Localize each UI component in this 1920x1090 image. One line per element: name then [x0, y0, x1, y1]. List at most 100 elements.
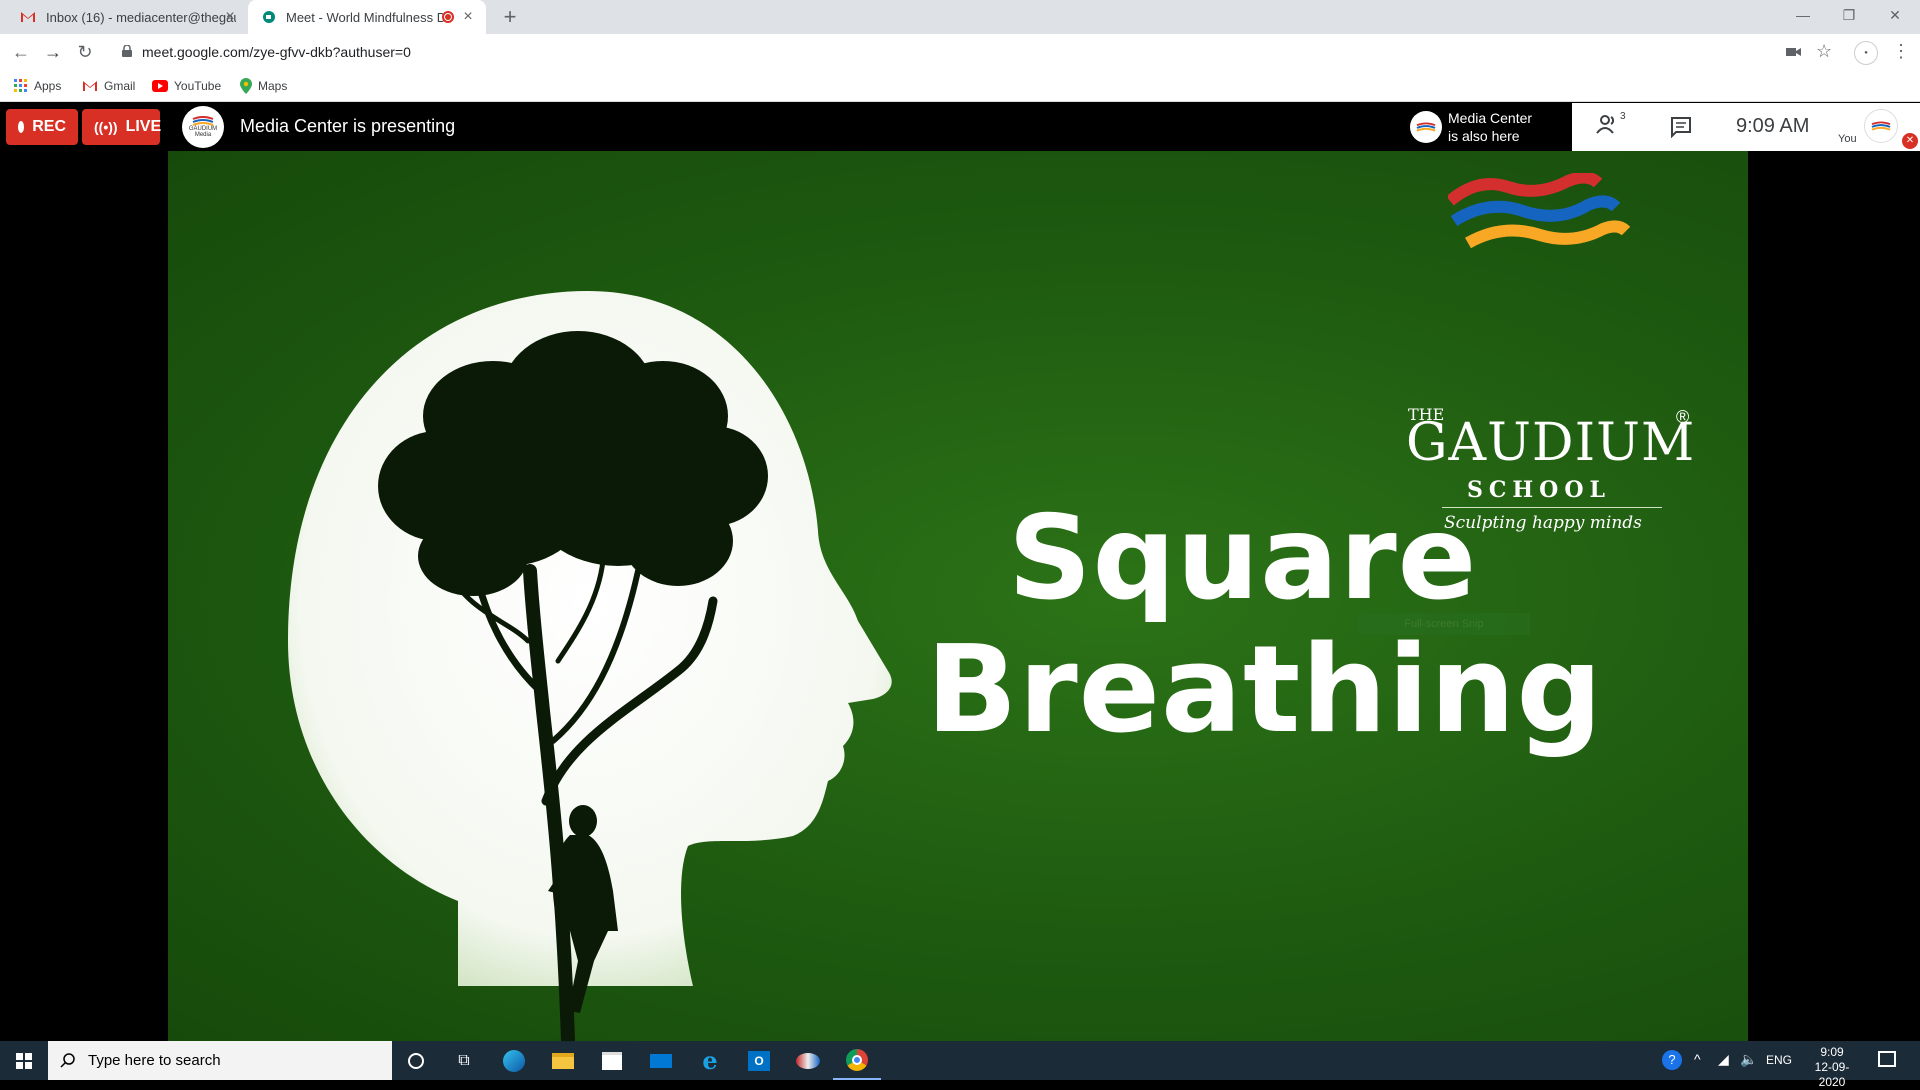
clock-time: 9:09 — [1820, 1045, 1844, 1059]
meet-icon — [263, 11, 275, 23]
windows-logo-icon — [16, 1052, 32, 1069]
folder-icon — [552, 1052, 574, 1069]
head-tree-illustration — [288, 291, 892, 1041]
apps-grid-icon — [14, 79, 27, 92]
also-here-status: is also here — [1448, 128, 1520, 144]
browser-tab-strip: Inbox (16) - mediacenter@thegaudium × Me… — [0, 0, 1920, 34]
bookmark-label: Maps — [258, 79, 288, 93]
clock-date: 12-09-2020 — [1814, 1060, 1850, 1089]
gmail-icon — [21, 12, 35, 22]
edge-taskbar-button[interactable] — [490, 1041, 538, 1080]
app-taskbar-button[interactable] — [784, 1041, 832, 1080]
also-here-text: Media Center is also here — [1448, 109, 1568, 145]
tab-gmail-inbox[interactable]: Inbox (16) - mediacenter@thegaudium × — [8, 0, 248, 34]
avatar-subtext: Media — [194, 132, 212, 138]
live-badge[interactable]: ((•)) LIVE — [82, 109, 162, 145]
store-bag-icon — [602, 1051, 622, 1070]
start-button[interactable] — [0, 1041, 48, 1080]
task-view-button[interactable]: ⧉ — [440, 1041, 488, 1080]
network-icon[interactable]: ◢ — [1718, 1051, 1729, 1068]
volume-icon[interactable]: 🔈 — [1740, 1051, 1757, 1068]
bookmark-label: YouTube — [174, 79, 222, 93]
restore-button[interactable]: ❐ — [1826, 0, 1872, 30]
bookmarks-bar: Apps Gmail YouTube Maps — [0, 70, 1920, 102]
also-here-avatar — [1410, 111, 1442, 143]
rec-label: REC — [32, 118, 66, 135]
chevron-up-icon[interactable]: ^ — [1694, 1051, 1701, 1067]
bookmark-youtube[interactable]: YouTube — [152, 77, 221, 95]
cortana-button[interactable] — [392, 1041, 440, 1080]
presentation-stage: THE GAUDIUM ® SCHOOL Sculpting happy min… — [0, 151, 1920, 1041]
slide-title-line1: Square — [1008, 491, 1478, 626]
bookmark-maps[interactable]: Maps — [240, 77, 287, 95]
search-placeholder: Type here to search — [88, 1052, 221, 1069]
chrome-taskbar-button[interactable] — [833, 1041, 881, 1080]
mail-icon — [650, 1053, 672, 1068]
logo-school: SCHOOL — [1467, 477, 1611, 503]
reload-button[interactable]: ↻ — [72, 39, 98, 65]
menu-kebab-icon[interactable]: ⋮ — [1892, 41, 1910, 62]
rec-badge[interactable]: REC — [6, 109, 78, 145]
tab-close-icon[interactable]: × — [460, 9, 476, 25]
gmail-icon — [83, 81, 97, 91]
address-bar[interactable]: meet.google.com/zye-gfvv-dkb?authuser=0 — [108, 37, 1848, 67]
internet-explorer-icon: e — [702, 1046, 718, 1075]
record-dot-icon — [18, 121, 25, 133]
slide-title-line2: Breathing — [926, 621, 1604, 760]
tab-title: Meet - World Mindfulness Day — [286, 9, 446, 25]
system-clock[interactable]: 9:09 12-09-2020 — [1804, 1045, 1860, 1090]
tab-meet[interactable]: Meet - World Mindfulness Day × — [248, 0, 486, 34]
tab-close-icon[interactable]: × — [222, 9, 238, 25]
windows-taskbar: Type here to search ⧉ e O ? ^ ◢ 🔈 ENG 9:… — [0, 1041, 1920, 1089]
gaudium-logo-icon — [1416, 122, 1436, 132]
bookmark-label: Apps — [34, 79, 62, 93]
chat-icon[interactable] — [1670, 116, 1692, 138]
chrome-icon — [846, 1048, 868, 1071]
cortana-icon — [408, 1052, 424, 1069]
forward-button[interactable]: → — [40, 39, 66, 65]
snip-overlay-button[interactable]: Full-screen Snip — [1358, 613, 1530, 635]
tab-title: Inbox (16) - mediacenter@thegaudium — [46, 9, 236, 25]
participants-button[interactable]: 3 — [1596, 111, 1632, 141]
profile-avatar[interactable]: ● — [1854, 41, 1878, 65]
help-tray-icon[interactable]: ? — [1662, 1050, 1682, 1070]
browser-toolbar: ← → ↻ meet.google.com/zye-gfvv-dkb?authu… — [0, 34, 1920, 70]
task-view-icon: ⧉ — [458, 1051, 470, 1069]
maps-pin-icon — [240, 78, 252, 94]
gaudium-logo-waves — [1448, 173, 1630, 249]
also-here-panel[interactable]: Media Center is also here — [1402, 103, 1572, 151]
app-icon — [796, 1052, 820, 1069]
camera-icon[interactable] — [1786, 45, 1802, 59]
also-here-name: Media Center — [1448, 110, 1533, 126]
people-icon — [1596, 115, 1615, 134]
broadcast-icon: ((•)) — [94, 119, 118, 135]
bookmark-label: Gmail — [104, 79, 136, 93]
shared-slide: THE GAUDIUM ® SCHOOL Sculpting happy min… — [168, 151, 1748, 1041]
back-button[interactable]: ← — [8, 39, 34, 65]
mail-button[interactable] — [637, 1041, 685, 1080]
gaudium-logo-icon — [1871, 121, 1891, 131]
self-avatar[interactable] — [1864, 109, 1898, 143]
edge-icon — [503, 1049, 525, 1072]
language-indicator[interactable]: ENG — [1766, 1053, 1792, 1067]
taskbar-search[interactable]: Type here to search — [48, 1041, 392, 1080]
logo-registered-mark: ® — [1676, 407, 1690, 427]
outlook-icon: O — [748, 1050, 770, 1071]
bookmark-gmail[interactable]: Gmail — [82, 77, 135, 95]
bookmark-star-icon[interactable]: ☆ — [1816, 41, 1832, 62]
meet-controls-panel: 3 9:09 AM You ✕ — [1572, 103, 1920, 151]
participant-count: 3 — [1620, 111, 1626, 122]
mic-off-icon[interactable]: ✕ — [1902, 133, 1918, 149]
file-explorer-button[interactable] — [539, 1041, 587, 1080]
bookmark-apps[interactable]: Apps — [14, 77, 61, 95]
outlook-button[interactable]: O — [735, 1041, 783, 1080]
lock-icon — [122, 45, 132, 57]
close-window-button[interactable]: ✕ — [1872, 0, 1918, 30]
minimize-button[interactable]: — — [1780, 0, 1826, 30]
notification-icon[interactable] — [1878, 1051, 1896, 1067]
store-button[interactable] — [588, 1041, 636, 1080]
meet-top-bar: REC ((•)) LIVE GAUDIUM Media Media Cente… — [0, 103, 1920, 151]
live-label: LIVE — [125, 118, 162, 135]
new-tab-button[interactable]: + — [498, 5, 522, 29]
ie-button[interactable]: e — [686, 1041, 734, 1080]
